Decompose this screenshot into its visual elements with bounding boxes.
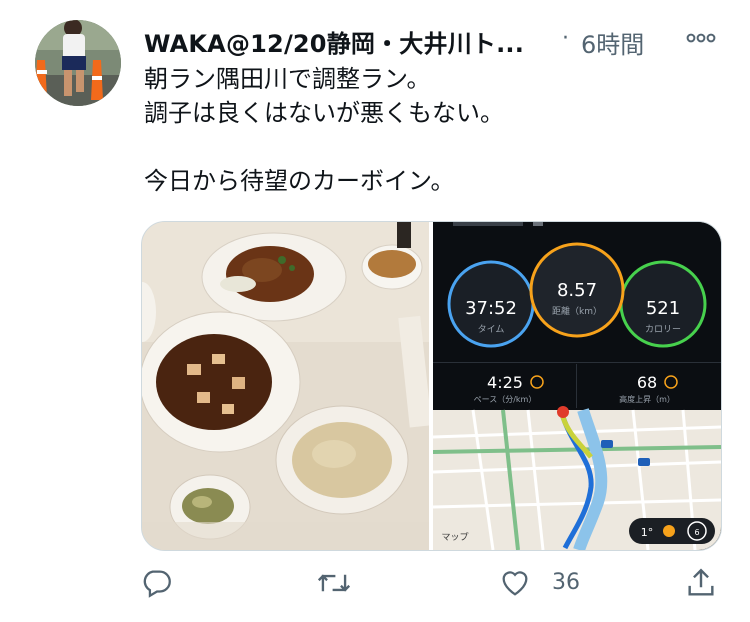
run-app-screenshot[interactable]: 37:52 タイム 8.57 距離（km） 521 カロリー 4:25 ペース（… <box>432 222 721 550</box>
calories-label: カロリー <box>645 324 681 335</box>
author-name[interactable]: WAKA@12/20静岡・大井川ト... <box>144 24 524 59</box>
reply-button[interactable] <box>140 566 200 602</box>
time-label: タイム <box>478 324 505 335</box>
elev-label: 高度上昇（m） <box>619 394 675 404</box>
elev-value: 68 <box>637 373 657 392</box>
maps-label: マップ <box>441 532 468 543</box>
distance-label: 距離（km） <box>552 305 602 317</box>
tweet-text: 朝ラン隅田川で調整ラン。 調子は良くはないが悪くもない。 今日から待望のカーボイ… <box>144 65 504 195</box>
like-button[interactable]: 36 <box>498 566 598 602</box>
calories-value: 521 <box>646 298 680 319</box>
retweet-button[interactable] <box>316 566 376 602</box>
time-value: 37:52 <box>465 298 517 319</box>
tweet-media[interactable]: 37:52 タイム 8.57 距離（km） 521 カロリー 4:25 ペース（… <box>141 221 722 551</box>
tweet-actions: 36 <box>140 566 720 604</box>
more-options-icon[interactable] <box>686 28 716 48</box>
wind-value: 6 <box>694 528 699 537</box>
pace-label: ペース（分/km） <box>474 395 537 404</box>
tweet-time[interactable]: 6時間 <box>581 25 644 60</box>
share-button[interactable] <box>684 566 720 602</box>
like-count: 36 <box>552 570 580 595</box>
run-stats-graphic: 37:52 タイム 8.57 距離（km） 521 カロリー 4:25 ペース（… <box>432 222 721 550</box>
avatar-image <box>35 20 121 106</box>
separator-dot: · <box>562 26 569 51</box>
distance-value: 8.57 <box>557 280 597 301</box>
reply-icon <box>143 570 171 598</box>
share-icon <box>688 568 714 596</box>
retweet-icon <box>317 574 351 592</box>
sun-icon <box>663 525 675 537</box>
food-photo[interactable] <box>142 222 432 550</box>
avatar[interactable] <box>35 20 121 106</box>
pace-value: 4:25 <box>487 373 523 392</box>
tweet-header: WAKA@12/20静岡・大井川ト... · 6時間 <box>144 22 724 59</box>
temperature: 1° <box>641 526 654 539</box>
heart-icon <box>502 571 528 596</box>
